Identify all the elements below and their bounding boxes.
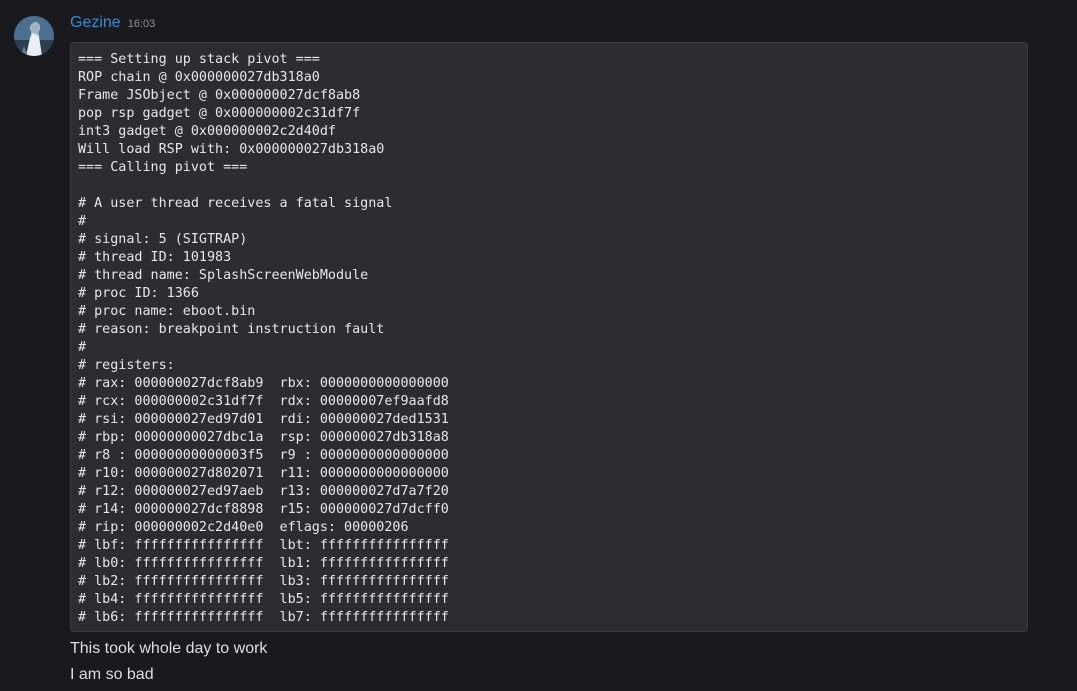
code-line: # rax: 000000027dcf8ab9 rbx: 00000000000… bbox=[78, 376, 449, 391]
code-line: # r10: 000000027d802071 r11: 00000000000… bbox=[78, 466, 449, 481]
code-line: # lb0: ffffffffffffffff lb1: fffffffffff… bbox=[78, 556, 449, 571]
message-text-line: I am so bad bbox=[70, 666, 154, 683]
code-line: # rip: 000000002c2d40e0 eflags: 00000206 bbox=[78, 520, 409, 535]
code-line: # r8 : 00000000000003f5 r9 : 00000000000… bbox=[78, 448, 449, 463]
code-line: === Calling pivot === bbox=[78, 160, 248, 175]
code-line: pop rsp gadget @ 0x000000002c31df7f bbox=[78, 106, 361, 121]
code-line: # rbp: 00000000027dbc1a rsp: 000000027db… bbox=[78, 430, 449, 445]
code-line: # rcx: 000000002c31df7f rdx: 00000007ef9… bbox=[78, 394, 449, 409]
code-line: Frame JSObject @ 0x000000027dcf8ab8 bbox=[78, 88, 361, 103]
code-line: # proc ID: 1366 bbox=[78, 286, 199, 301]
timestamp[interactable]: 16:03 bbox=[128, 18, 156, 30]
code-line: # registers: bbox=[78, 358, 175, 373]
code-line: # proc name: eboot.bin bbox=[78, 304, 256, 319]
code-line: # thread ID: 101983 bbox=[78, 250, 232, 265]
chat-message: Gezine 16:03 === Setting up stack pivot … bbox=[0, 0, 1077, 691]
message-header: Gezine 16:03 bbox=[70, 14, 155, 36]
user-avatar-icon[interactable] bbox=[14, 16, 54, 56]
code-block[interactable]: === Setting up stack pivot === ROP chain … bbox=[70, 42, 1028, 632]
code-line: # bbox=[78, 214, 87, 229]
code-line: === Setting up stack pivot === bbox=[78, 52, 320, 67]
code-line: # lb2: ffffffffffffffff lb3: fffffffffff… bbox=[78, 574, 449, 589]
code-line: # lbf: ffffffffffffffff lbt: fffffffffff… bbox=[78, 538, 449, 553]
avatar-image bbox=[14, 16, 54, 56]
code-line: # rsi: 000000027ed97d01 rdi: 000000027de… bbox=[78, 412, 449, 427]
code-line: # bbox=[78, 340, 87, 355]
code-line: ROP chain @ 0x000000027db318a0 bbox=[78, 70, 320, 85]
code-line: # r12: 000000027ed97aeb r13: 000000027d7… bbox=[78, 484, 449, 499]
code-line: int3 gadget @ 0x000000002c2d40df bbox=[78, 124, 336, 139]
code-line: # lb4: ffffffffffffffff lb5: fffffffffff… bbox=[78, 592, 449, 607]
code-line: Will load RSP with: 0x000000027db318a0 bbox=[78, 142, 385, 157]
code-line: # thread name: SplashScreenWebModule bbox=[78, 268, 369, 283]
code-line: # lb6: ffffffffffffffff lb7: fffffffffff… bbox=[78, 610, 449, 625]
code-line: # A user thread receives a fatal signal bbox=[78, 196, 393, 211]
code-line: # reason: breakpoint instruction fault bbox=[78, 322, 385, 337]
message-text-line: This took whole day to work bbox=[70, 640, 268, 657]
code-line: # signal: 5 (SIGTRAP) bbox=[78, 232, 248, 247]
code-line: # r14: 000000027dcf8898 r15: 000000027d7… bbox=[78, 502, 449, 517]
username[interactable]: Gezine bbox=[70, 14, 121, 32]
